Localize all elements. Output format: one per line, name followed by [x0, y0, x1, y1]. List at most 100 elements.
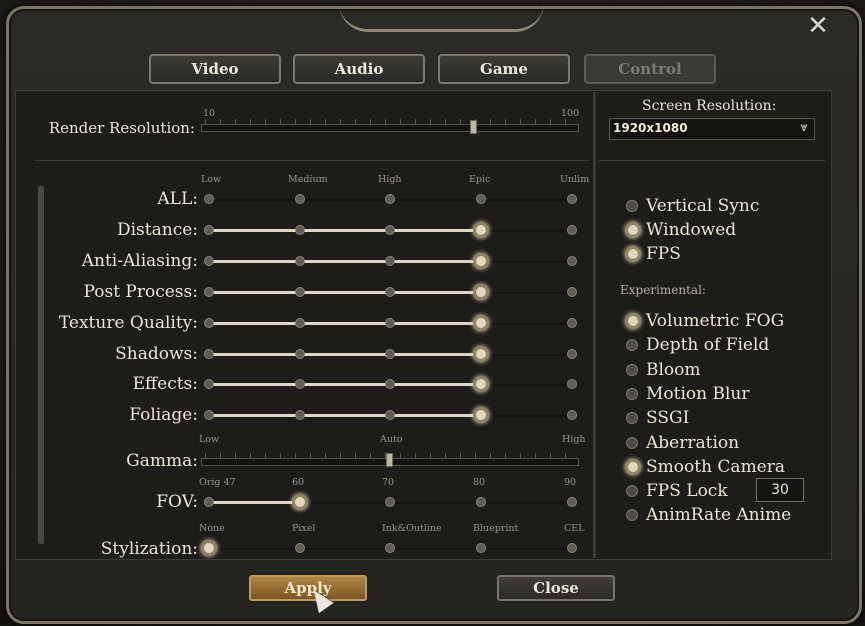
fov-stop[interactable] — [204, 497, 214, 507]
stylization-stop[interactable] — [295, 543, 305, 553]
experimental-option[interactable]: SSGI — [626, 408, 826, 430]
tab-audio[interactable]: Audio — [293, 54, 425, 84]
quality-stop[interactable] — [204, 410, 214, 420]
slider-tick — [490, 453, 491, 459]
gamma-handle[interactable] — [386, 453, 393, 467]
quality-stop[interactable] — [385, 225, 395, 235]
quality-stop[interactable] — [295, 410, 305, 420]
experimental-option[interactable]: Motion Blur — [626, 384, 826, 406]
quality-stop[interactable] — [295, 349, 305, 359]
quality-stop[interactable] — [385, 379, 395, 389]
slider-tick — [280, 119, 281, 125]
quality-stop[interactable] — [295, 225, 305, 235]
slider-tick — [205, 453, 206, 459]
experimental-option[interactable]: AnimRate Anime — [626, 505, 826, 527]
stylization-stop[interactable] — [567, 543, 577, 553]
quality-stop[interactable] — [473, 284, 489, 300]
close-button[interactable]: Close — [497, 575, 615, 601]
stylization-stop[interactable] — [385, 543, 395, 553]
fov-stop[interactable] — [385, 497, 395, 507]
render-resolution-handle[interactable] — [469, 120, 477, 134]
render-resolution-track[interactable] — [201, 124, 579, 132]
experimental-option[interactable]: Bloom — [626, 360, 826, 382]
quality-stop[interactable] — [204, 194, 214, 204]
quality-stop[interactable] — [473, 315, 489, 331]
quality-stop[interactable] — [295, 287, 305, 297]
quality-stop[interactable] — [473, 222, 489, 238]
quality-stop[interactable] — [295, 318, 305, 328]
quality-stop[interactable] — [567, 256, 577, 266]
slider-tick — [295, 119, 296, 125]
close-icon[interactable]: ✕ — [804, 12, 832, 40]
display-option[interactable]: FPS — [625, 244, 826, 266]
experimental-option[interactable]: Aberration — [626, 433, 826, 455]
stylization-label: Stylization: — [100, 539, 198, 559]
quality-stop[interactable] — [204, 256, 214, 266]
quality-stop[interactable] — [567, 225, 577, 235]
tab-control[interactable]: Control — [584, 54, 716, 84]
quality-stop[interactable] — [473, 376, 489, 392]
slider-tick — [460, 453, 461, 459]
radio-unchecked-icon — [626, 485, 638, 498]
quality-stop[interactable] — [204, 349, 214, 359]
quality-level-label: Epic — [469, 174, 491, 185]
quality-stop[interactable] — [385, 318, 395, 328]
quality-stop[interactable] — [385, 256, 395, 266]
quality-stop[interactable] — [204, 379, 214, 389]
quality-row-label: Shadows: — [115, 344, 198, 364]
tab-video[interactable]: Video — [149, 54, 281, 84]
slider-tick — [220, 453, 221, 459]
fov-tick-label: 80 — [473, 477, 486, 488]
quality-stop[interactable] — [385, 194, 395, 204]
slider-tick — [370, 453, 371, 459]
quality-stop[interactable] — [204, 318, 214, 328]
slider-tick — [325, 453, 326, 459]
slider-tick — [400, 119, 401, 125]
quality-stop[interactable] — [295, 256, 305, 266]
quality-row-label: Post Process: — [83, 282, 198, 302]
fov-stop[interactable] — [292, 494, 308, 510]
quality-stop[interactable] — [295, 379, 305, 389]
quality-stop[interactable] — [567, 287, 577, 297]
quality-stop[interactable] — [473, 407, 489, 423]
slider-tick — [430, 453, 431, 459]
radio-checked-icon — [625, 222, 641, 238]
fps-lock-input[interactable]: 30 — [756, 478, 804, 502]
quality-stop[interactable] — [385, 287, 395, 297]
screen-resolution-dropdown[interactable]: 1920x1080 ⩔ — [609, 118, 815, 140]
quality-stop[interactable] — [295, 194, 305, 204]
radio-unchecked-icon — [626, 412, 638, 425]
display-option[interactable]: Windowed — [625, 220, 826, 242]
experimental-option-label: Smooth Camera — [646, 456, 786, 477]
render-resolution-min: 10 — [203, 108, 216, 119]
fov-stop[interactable] — [476, 497, 486, 507]
quality-stop[interactable] — [476, 194, 486, 204]
experimental-label: Experimental: — [620, 283, 706, 297]
quality-stop[interactable] — [385, 410, 395, 420]
fov-stop[interactable] — [567, 497, 577, 507]
experimental-option[interactable]: Smooth Camera — [625, 456, 826, 479]
quality-fill — [209, 291, 481, 294]
quality-stop[interactable] — [473, 253, 489, 269]
gamma-high: High — [562, 434, 586, 445]
quality-stop[interactable] — [567, 318, 577, 328]
experimental-option[interactable]: Depth of Field — [626, 335, 826, 357]
quality-stop[interactable] — [567, 349, 577, 359]
tab-game[interactable]: Game — [438, 54, 570, 84]
quality-stop[interactable] — [473, 346, 489, 362]
quality-stop[interactable] — [204, 225, 214, 235]
screen-resolution-value: 1920x1080 — [613, 121, 688, 135]
experimental-option[interactable]: Volumetric FOG — [625, 311, 826, 333]
quality-stop[interactable] — [567, 194, 577, 204]
quality-stop[interactable] — [385, 349, 395, 359]
slider-tick — [535, 119, 536, 125]
display-option[interactable]: Vertical Sync — [626, 196, 826, 218]
chevron-down-icon: ⩔ — [800, 120, 808, 135]
stylization-stop[interactable] — [201, 540, 217, 556]
quality-stop[interactable] — [567, 410, 577, 420]
slider-tick — [310, 119, 311, 125]
quality-stop[interactable] — [567, 379, 577, 389]
quality-stop[interactable] — [204, 287, 214, 297]
slider-tick — [235, 119, 236, 125]
stylization-stop[interactable] — [476, 543, 486, 553]
